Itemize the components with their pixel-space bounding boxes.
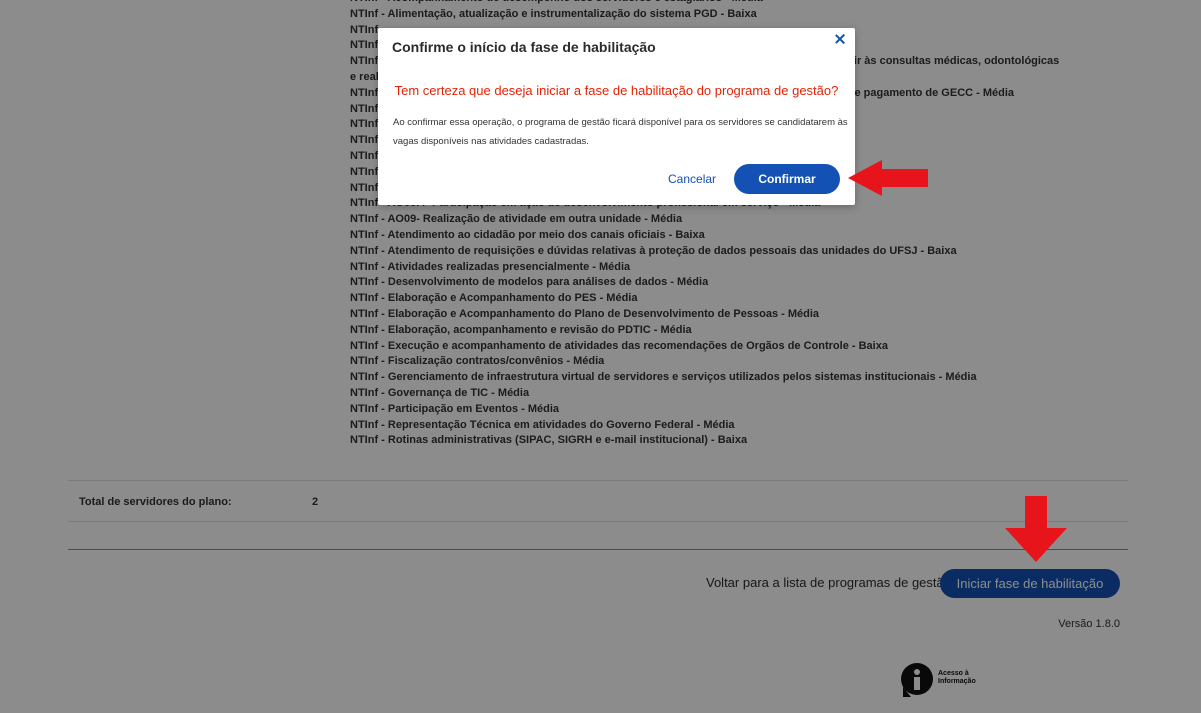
cancel-button[interactable]: Cancelar [668, 172, 716, 186]
dialog-body: Ao confirmar essa operação, o programa d… [393, 117, 848, 147]
close-icon[interactable] [831, 31, 849, 49]
annotation-arrow-down-icon [1005, 496, 1067, 562]
confirm-dialog: Confirme o início da fase de habilitação… [378, 28, 855, 205]
confirm-button[interactable]: Confirmar [734, 164, 840, 194]
annotation-arrow-left-icon [848, 160, 928, 196]
dialog-question: Tem certeza que deseja iniciar a fase de… [394, 83, 839, 98]
dialog-title: Confirme o início da fase de habilitação [392, 39, 656, 55]
